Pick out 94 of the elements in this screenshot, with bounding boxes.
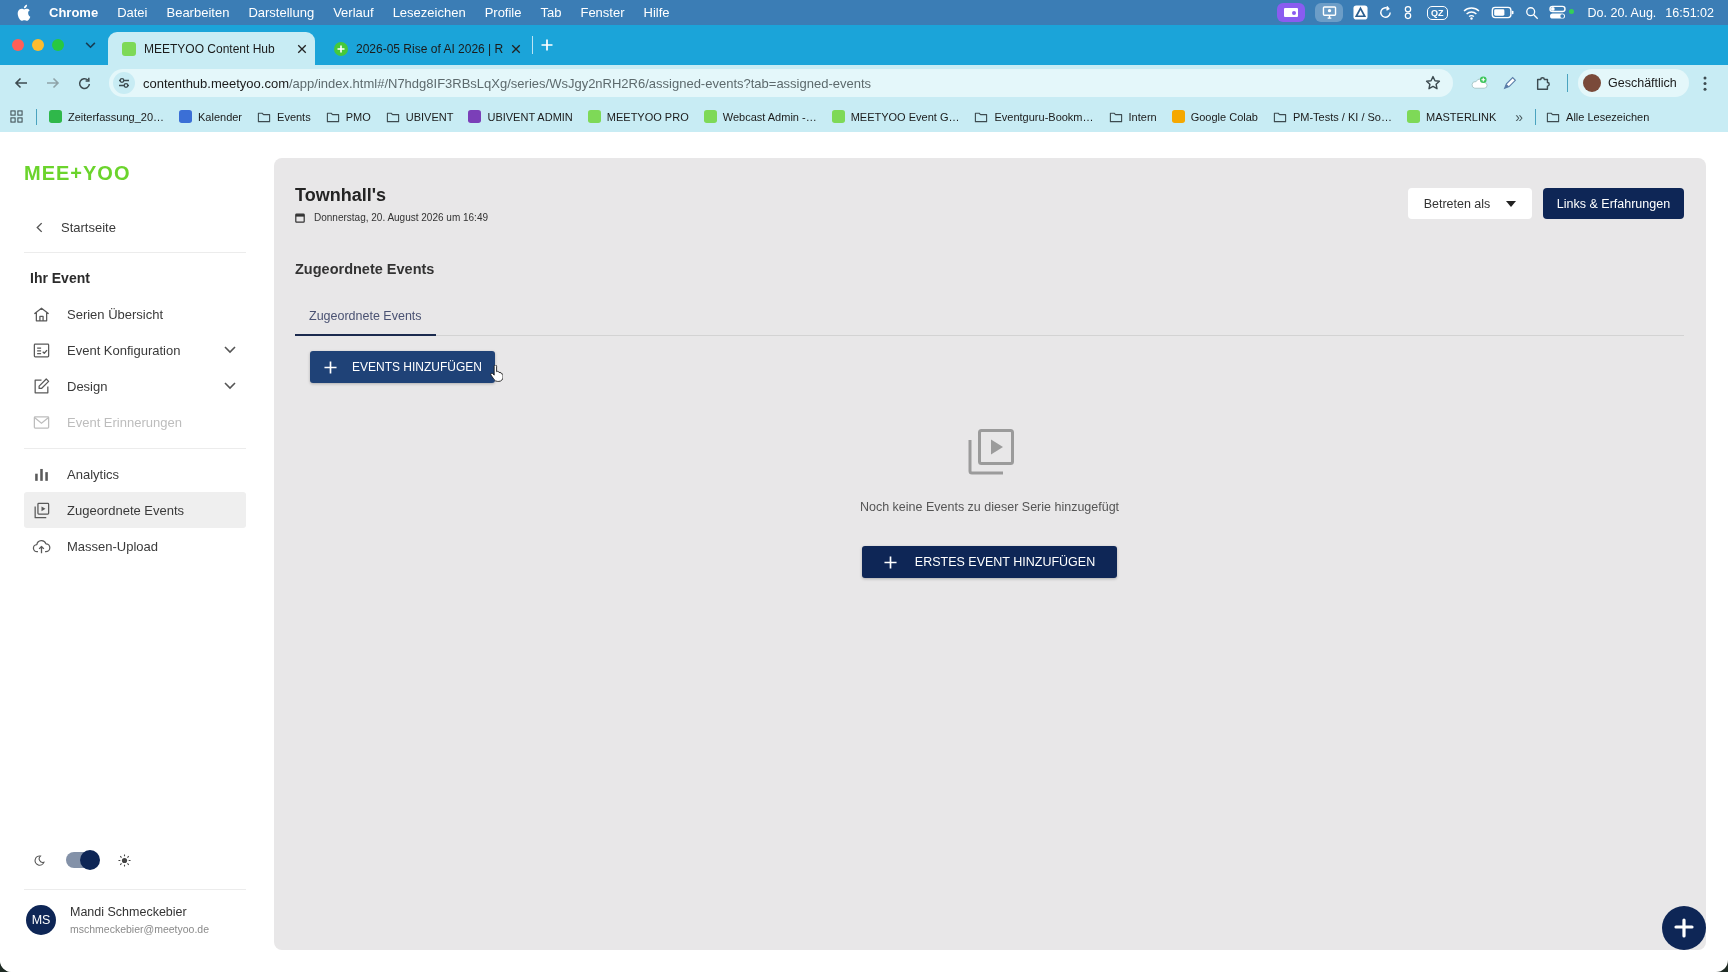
menu-item[interactable]: Fenster [580,5,625,20]
menu-item[interactable]: Darstellung [248,5,315,20]
add-events-button[interactable]: EVENTS HINZUFÜGEN [310,351,495,383]
menu-bar-date[interactable]: Do. 20. Aug. [1587,5,1657,20]
user-avatar[interactable]: MS [26,905,56,935]
menu-item[interactable]: Hilfe [643,5,670,20]
event-date: Donnerstag, 20. August 2026 um 16:49 [314,212,488,224]
app-menu[interactable]: Chrome [49,5,99,20]
section-title: Ihr Event [30,269,90,287]
wifi-icon[interactable] [1461,5,1481,20]
battery-icon[interactable] [1490,6,1515,19]
profile-avatar [1583,74,1601,92]
bookmark-link[interactable]: Intern [1108,109,1157,124]
menu-item[interactable]: Datei [117,5,148,20]
bookmark-link[interactable]: UBIVENT [385,109,454,124]
bookmark-link[interactable]: Kalender [179,110,243,123]
bookmark-star-icon[interactable] [1425,75,1441,91]
menu-item[interactable]: Lesezeichen [392,5,466,20]
extension-icon[interactable] [1471,74,1488,92]
menu-item[interactable]: Verlauf [333,5,374,20]
back-link[interactable]: Startseite [24,209,124,245]
control-center-icon[interactable] [1548,5,1566,20]
dropdown-button[interactable]: Betreten als [1408,188,1532,219]
sun-icon [118,853,131,867]
sidebar-item[interactable]: Zugeordnete Events [24,492,246,528]
site-icon [334,41,348,56]
menu-item[interactable]: Bearbeiten [166,5,230,20]
menu-bar-status-item[interactable]: QZ [1427,5,1448,20]
home-icon [32,304,51,324]
bookmark-link[interactable]: MEETYOO PRO [587,110,689,123]
sidebar-item[interactable]: Massen-Upload [24,528,246,564]
profile-button[interactable]: Geschäftlich [1578,69,1689,97]
content-tab[interactable]: Zugeordnete Events [295,298,436,336]
caret-down-icon [1506,200,1517,207]
bookmark-link[interactable]: Zeiterfassung_20… [49,110,164,123]
bookmark-link[interactable]: Eventguru-Bookm… [974,109,1094,124]
reload-icon[interactable] [77,75,92,91]
status-dot-icon [1568,9,1574,14]
drive-icon[interactable] [1353,5,1368,20]
search-icon[interactable] [1524,5,1539,20]
video-library-icon [32,500,51,520]
browser-tab[interactable]: MEETYOO Content Hub [108,32,315,65]
chevron-left-icon [36,221,43,233]
calendar-icon [295,213,305,223]
plus-icon [1674,918,1694,938]
section-title: Zugeordnete Events [295,260,435,278]
more-bookmarks-button[interactable]: » [1515,108,1524,125]
user-email: mschmeckebier@meetyoo.de [70,922,210,936]
moon-icon [34,854,45,866]
sidebar-item[interactable]: Event Konfiguration [24,332,246,368]
bookmark-link[interactable]: MEETYOO Event G… [831,110,960,123]
puzzle-icon[interactable] [1535,75,1551,91]
floating-add-button[interactable] [1662,906,1706,950]
theme-toggle[interactable] [66,852,98,868]
new-tab-icon[interactable] [541,39,553,51]
sidebar-item[interactable]: Design [24,368,246,404]
browser-tab[interactable]: 2026-05 Rise of AI 2026 | R [320,32,527,65]
bookmark-link[interactable]: UBIVENT ADMIN [468,110,573,123]
apps-grid-icon[interactable] [10,110,23,123]
menu-bar-time[interactable]: 16:51:02 [1665,5,1714,20]
user-name: Mandi Schmeckebier [70,904,188,920]
bookmark-link[interactable]: PMO [325,109,371,124]
apple-logo-icon[interactable] [17,4,31,21]
plus-icon [883,555,897,569]
sidebar-item[interactable]: Analytics [24,456,246,492]
menu-item[interactable]: Tab [540,5,562,20]
bookmark-link[interactable]: Events [257,109,311,124]
chevron-down-icon[interactable] [85,41,96,49]
all-bookmarks-link[interactable]: Alle Lesezeichen [1546,109,1650,124]
more-icon[interactable] [1702,75,1707,91]
links-button[interactable]: Links & Erfahrungen [1543,188,1684,219]
figure-eight-icon[interactable] [1403,4,1413,21]
pointer-cursor-icon [490,365,503,382]
sync-icon[interactable] [1378,5,1393,20]
back-icon[interactable] [13,75,29,91]
plus-icon [324,360,337,374]
close-icon[interactable] [511,43,522,54]
empty-state-message: Noch keine Events zu dieser Serie hinzugefügt [859,499,1120,515]
sidebar-item[interactable]: Serien Übersicht [24,296,246,332]
address-bar[interactable]: contenthub.meetyoo.com/app/index.html#/N7hdg8IF3RBsLqXg/series/WsJgy2nRH2R6/assigned-events?tab=assigned-events [109,69,1453,97]
pen-icon[interactable] [1502,75,1518,91]
page-title: Townhall's [295,184,387,206]
bookmark-link[interactable]: Webcast Admin -… [703,110,817,123]
bookmark-link[interactable]: Google Colab [1171,110,1258,123]
bookmark-link[interactable]: PM-Tests / KI / So… [1272,109,1392,124]
display-icon[interactable] [1315,3,1343,22]
menu-item[interactable]: Profile [484,5,522,20]
close-icon[interactable] [297,43,307,54]
bookmark-link[interactable]: MASTERLINK [1407,110,1497,123]
edit-icon [32,376,51,396]
screen-share-icon[interactable] [1277,3,1305,22]
add-first-event-button[interactable]: ERSTES EVENT HINZUFÜGEN [861,546,1118,578]
site-icon [122,41,136,56]
site-settings-icon[interactable] [113,72,135,94]
